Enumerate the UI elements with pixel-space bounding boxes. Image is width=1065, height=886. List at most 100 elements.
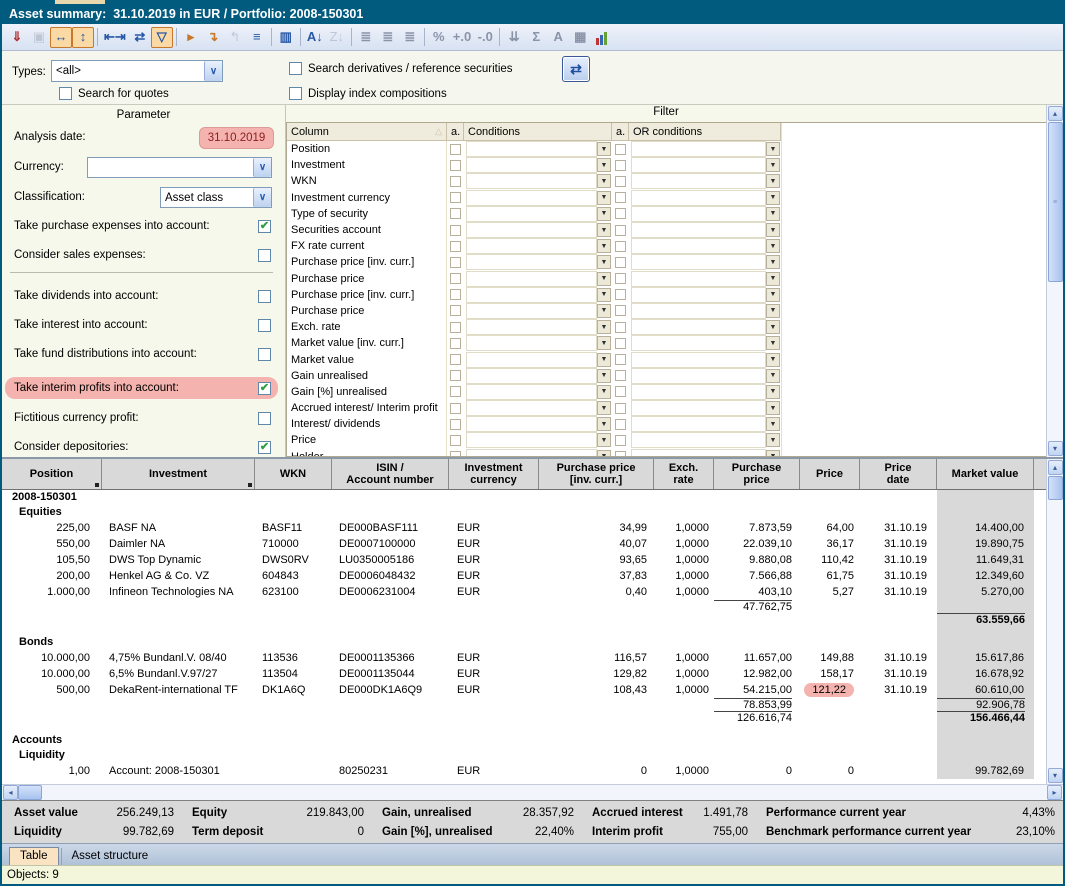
filter-or-checkbox[interactable] <box>615 273 626 284</box>
filter-condition-field[interactable] <box>466 254 597 270</box>
filter-condition-field[interactable] <box>466 319 597 335</box>
filter-or-field[interactable] <box>631 335 766 351</box>
filter-condition-dropdown-icon[interactable]: ▼ <box>597 336 611 350</box>
insert-column-icon[interactable]: ▸ <box>180 27 202 48</box>
table-row[interactable]: 1.000,00Infineon Technologies NA623100DE… <box>2 584 1046 600</box>
filter-condition-dropdown-icon[interactable]: ▼ <box>597 158 611 172</box>
filter-condition-field[interactable] <box>466 449 597 457</box>
currency-dropdown[interactable]: ∨ <box>87 157 272 178</box>
column-header-investment[interactable]: Investment <box>102 459 255 489</box>
filter-or-checkbox[interactable] <box>615 160 626 171</box>
filter-or-field[interactable] <box>631 400 766 416</box>
refresh-icon[interactable]: ⇄ <box>129 27 151 48</box>
filter-and-checkbox[interactable] <box>450 403 461 414</box>
filter-condition-dropdown-icon[interactable]: ▼ <box>597 288 611 302</box>
filter-condition-field[interactable] <box>466 416 597 432</box>
filter-and-checkbox[interactable] <box>450 305 461 316</box>
filter-or-field[interactable] <box>631 449 766 457</box>
filter-or-checkbox[interactable] <box>615 354 626 365</box>
analysis-date-field[interactable]: 31.10.2019 <box>199 127 274 149</box>
filter-or-field[interactable] <box>631 254 766 270</box>
fit-height-icon[interactable]: ↕ <box>72 27 94 48</box>
filter-header-or-and[interactable]: a. <box>612 123 629 140</box>
filter-condition-dropdown-icon[interactable]: ▼ <box>597 174 611 188</box>
param-option-checkbox[interactable] <box>258 412 271 425</box>
column-header-price-date[interactable]: Pricedate <box>860 459 937 489</box>
sort-asc-icon[interactable]: A↓ <box>304 27 326 48</box>
filter-or-dropdown-icon[interactable]: ▼ <box>766 239 780 253</box>
column-header-market-value[interactable]: Market value <box>937 459 1034 489</box>
filter-or-checkbox[interactable] <box>615 241 626 252</box>
scroll-up-icon[interactable]: ▴ <box>1048 106 1063 121</box>
filter-or-field[interactable] <box>631 287 766 303</box>
filter-or-dropdown-icon[interactable]: ▼ <box>766 304 780 318</box>
column-header-exch-rate[interactable]: Exch.rate <box>654 459 714 489</box>
filter-and-checkbox[interactable] <box>450 386 461 397</box>
filter-condition-field[interactable] <box>466 287 597 303</box>
filter-header-and[interactable]: a. <box>447 123 464 140</box>
filter-and-checkbox[interactable] <box>450 241 461 252</box>
filter-header-or-conditions[interactable]: OR conditions <box>629 123 781 140</box>
filter-or-checkbox[interactable] <box>615 257 626 268</box>
filter-or-dropdown-icon[interactable]: ▼ <box>766 223 780 237</box>
column-header-isin-account-number[interactable]: ISIN /Account number <box>332 459 449 489</box>
column-header-investment-currency[interactable]: Investmentcurrency <box>449 459 539 489</box>
filter-condition-field[interactable] <box>466 335 597 351</box>
filter-condition-field[interactable] <box>466 222 597 238</box>
filter-or-dropdown-icon[interactable]: ▼ <box>766 353 780 367</box>
column-header-position[interactable]: Position <box>2 459 102 489</box>
filter-and-checkbox[interactable] <box>450 322 461 333</box>
filter-or-checkbox[interactable] <box>615 176 626 187</box>
param-option-checkbox[interactable] <box>258 319 271 332</box>
table-row[interactable]: 10.000,004,75% Bundanl.V. 08/40113536DE0… <box>2 650 1046 666</box>
filter-or-dropdown-icon[interactable]: ▼ <box>766 207 780 221</box>
filter-and-checkbox[interactable] <box>450 354 461 365</box>
scroll-up-icon[interactable]: ▴ <box>1048 460 1063 475</box>
filter-condition-field[interactable] <box>466 190 597 206</box>
table-row[interactable]: 200,00Henkel AG & Co. VZ604843DE00060484… <box>2 568 1046 584</box>
remove-decimal-icon[interactable]: -.0 <box>474 27 496 48</box>
filter-or-checkbox[interactable] <box>615 225 626 236</box>
insert-row-icon[interactable]: ↴ <box>202 27 224 48</box>
param-option-checkbox[interactable]: ✔ <box>258 220 271 233</box>
filter-or-checkbox[interactable] <box>615 370 626 381</box>
filter-condition-dropdown-icon[interactable]: ▼ <box>597 417 611 431</box>
autofilter-icon[interactable]: ⇊ <box>503 27 525 48</box>
filter-or-field[interactable] <box>631 173 766 189</box>
filter-or-dropdown-icon[interactable]: ▼ <box>766 369 780 383</box>
filter-condition-dropdown-icon[interactable]: ▼ <box>597 191 611 205</box>
filter-condition-dropdown-icon[interactable]: ▼ <box>597 320 611 334</box>
align-center-icon[interactable]: ≣ <box>377 27 399 48</box>
filter-or-checkbox[interactable] <box>615 451 626 457</box>
filter-or-dropdown-icon[interactable]: ▼ <box>766 142 780 156</box>
filter-or-field[interactable] <box>631 190 766 206</box>
table-row[interactable]: 1,00Account: 2008-15030180250231EUR01,00… <box>2 763 1046 779</box>
filter-or-dropdown-icon[interactable]: ▼ <box>766 255 780 269</box>
filter-condition-field[interactable] <box>466 157 597 173</box>
filter-condition-field[interactable] <box>466 173 597 189</box>
filter-or-dropdown-icon[interactable]: ▼ <box>766 272 780 286</box>
filter-or-checkbox[interactable] <box>615 144 626 155</box>
chart-icon[interactable] <box>591 27 613 48</box>
scrollbar-thumb[interactable] <box>1048 476 1063 500</box>
filter-or-field[interactable] <box>631 222 766 238</box>
table-row[interactable]: 500,00DekaRent-international TFDK1A6QDE0… <box>2 682 1046 698</box>
scroll-right-icon[interactable]: ▸ <box>1047 785 1062 800</box>
filter-or-field[interactable] <box>631 319 766 335</box>
filter-or-field[interactable] <box>631 303 766 319</box>
filter-or-dropdown-icon[interactable]: ▼ <box>766 450 780 457</box>
filter-or-dropdown-icon[interactable]: ▼ <box>766 174 780 188</box>
filter-condition-dropdown-icon[interactable]: ▼ <box>597 433 611 447</box>
filter-header-conditions[interactable]: Conditions <box>464 123 612 140</box>
filter-condition-dropdown-icon[interactable]: ▼ <box>597 401 611 415</box>
filter-condition-dropdown-icon[interactable]: ▼ <box>597 353 611 367</box>
refresh-button[interactable]: ⇄ <box>562 56 590 82</box>
param-option-checkbox[interactable] <box>258 290 271 303</box>
sum-icon[interactable]: Σ <box>525 27 547 48</box>
filter-or-field[interactable] <box>631 384 766 400</box>
scroll-down-icon[interactable]: ▾ <box>1048 768 1063 783</box>
filter-or-field[interactable] <box>631 368 766 384</box>
grid-icon[interactable]: ▦ <box>569 27 591 48</box>
tab-table[interactable]: Table <box>9 847 59 865</box>
filter-or-field[interactable] <box>631 416 766 432</box>
